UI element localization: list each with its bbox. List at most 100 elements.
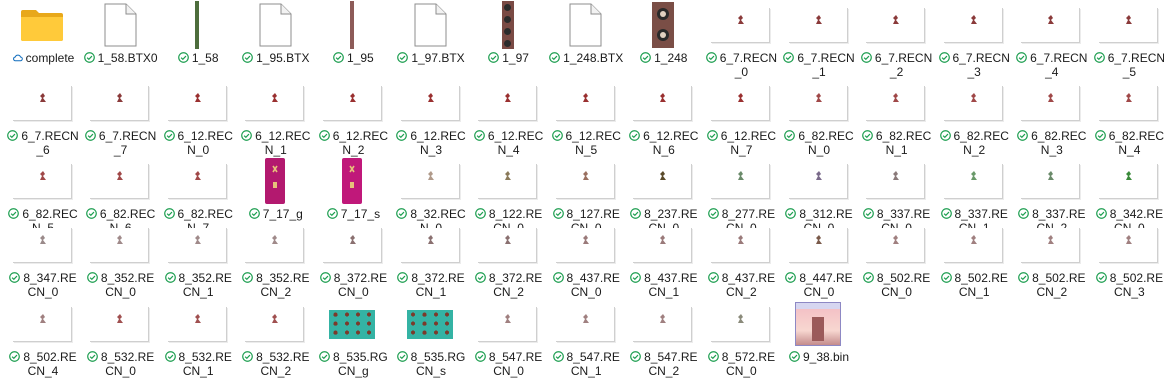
- file-item[interactable]: 6_12.RECN_2: [313, 78, 391, 158]
- sprite-figure: [737, 313, 744, 323]
- file-name: 7_17_g: [262, 207, 303, 221]
- file-item[interactable]: 1_248.BTX: [546, 0, 624, 80]
- file-item[interactable]: 8_572.RECN_0: [701, 299, 779, 379]
- file-item[interactable]: 8_372.RECN_1: [391, 220, 469, 300]
- file-item[interactable]: 8_535.RGCN_g: [313, 299, 391, 379]
- file-item[interactable]: 6_12.RECN_6: [624, 78, 702, 158]
- file-item[interactable]: 8_372.RECN_2: [469, 220, 547, 300]
- synced-check-icon: [863, 272, 874, 283]
- file-thumbnail: [1089, 158, 1164, 204]
- file-item[interactable]: 6_12.RECN_3: [391, 78, 469, 158]
- file-item[interactable]: 8_547.RECN_2: [624, 299, 702, 379]
- sprite-thumbnail: [478, 306, 538, 342]
- file-label: 8_532.RECN_1: [160, 350, 236, 378]
- sprite-grid-thumbnail: [407, 309, 453, 339]
- file-thumbnail: [934, 222, 1012, 268]
- sprite-figure: [349, 234, 356, 244]
- file-name: 8_352.RECN_0: [100, 271, 155, 299]
- synced-check-icon: [705, 52, 717, 63]
- file-item[interactable]: 1_95.BTX: [236, 0, 314, 80]
- file-item[interactable]: 6_82.RECN_0: [779, 78, 857, 158]
- file-item[interactable]: 8_532.RECN_0: [81, 299, 159, 379]
- file-item[interactable]: 8_502.RECN_2: [1012, 220, 1090, 300]
- sprite-thumbnail: [788, 227, 848, 263]
- sprite-figure: [970, 234, 977, 244]
- file-item[interactable]: 8_547.RECN_0: [469, 299, 547, 379]
- file-item[interactable]: 6_82.RECN_4: [1089, 78, 1164, 158]
- synced-check-icon: [862, 130, 873, 141]
- file-item[interactable]: 6_82.RECN_2: [934, 78, 1012, 158]
- file-item[interactable]: 8_535.RGCN_s: [391, 299, 469, 379]
- file-item[interactable]: 6_82.RECN_3: [1012, 78, 1090, 158]
- synced-check-icon: [164, 272, 176, 283]
- file-item[interactable]: 8_437.RECN_0: [546, 220, 624, 300]
- file-name: 6_7.RECN_5: [1107, 51, 1164, 79]
- file-item[interactable]: 6_7.RECN_2: [857, 0, 935, 80]
- file-item[interactable]: 6_12.RECN_4: [469, 78, 547, 158]
- sprite-figure: [737, 234, 744, 244]
- sprite-thumbnail: [90, 227, 150, 263]
- sprite-thumbnail: [400, 85, 460, 121]
- file-item[interactable]: complete: [3, 0, 81, 80]
- file-item[interactable]: 6_7.RECN_5: [1089, 0, 1164, 80]
- file-item[interactable]: 8_502.RECN_1: [934, 220, 1012, 300]
- file-item[interactable]: 6_7.RECN_3: [934, 0, 1012, 80]
- file-thumbnail: [934, 2, 1012, 48]
- file-item[interactable]: 1_58: [158, 0, 236, 80]
- file-thumbnail: [3, 222, 81, 268]
- sprite-figure: [893, 92, 900, 102]
- sprite-thumbnail: [167, 306, 227, 342]
- file-item[interactable]: 8_547.RECN_1: [546, 299, 624, 379]
- file-item[interactable]: 6_7.RECN_0: [701, 0, 779, 80]
- file-item[interactable]: 8_352.RECN_2: [236, 220, 314, 300]
- sprite-figure: [117, 92, 124, 102]
- file-thumbnail: [236, 301, 314, 347]
- file-item[interactable]: 8_347.RECN_0: [3, 220, 81, 300]
- file-item[interactable]: 6_7.RECN_4: [1012, 0, 1090, 80]
- file-item[interactable]: 6_12.RECN_0: [158, 78, 236, 158]
- synced-check-icon: [326, 208, 338, 219]
- sprite-figure: [1125, 92, 1132, 102]
- file-item[interactable]: 9_38.bin: [779, 299, 857, 379]
- sprite-figure: [660, 92, 667, 102]
- file-item[interactable]: 1_97.BTX: [391, 0, 469, 80]
- file-thumbnail: [81, 301, 159, 347]
- synced-check-icon: [551, 130, 563, 141]
- file-item[interactable]: 6_12.RECN_1: [236, 78, 314, 158]
- file-item[interactable]: 8_502.RECN_3: [1089, 220, 1164, 300]
- file-item[interactable]: 8_502.RECN_0: [857, 220, 935, 300]
- file-item[interactable]: 8_437.RECN_2: [701, 220, 779, 300]
- file-item[interactable]: 8_532.RECN_1: [158, 299, 236, 379]
- synced-check-icon: [7, 130, 19, 141]
- synced-check-icon: [630, 272, 641, 283]
- file-label: 1_95.BTX: [238, 51, 314, 65]
- file-item[interactable]: 8_532.RECN_2: [236, 299, 314, 379]
- file-name: 6_12.RECN_1: [255, 129, 311, 157]
- file-name: 6_12.RECN_2: [332, 129, 389, 157]
- file-item[interactable]: 6_12.RECN_7: [701, 78, 779, 158]
- file-item[interactable]: 8_352.RECN_1: [158, 220, 236, 300]
- file-thumbnail: [1089, 80, 1164, 126]
- synced-check-icon: [940, 208, 952, 219]
- file-item[interactable]: 8_437.RECN_1: [624, 220, 702, 300]
- file-thumbnail: [391, 301, 469, 347]
- sprite-figure: [970, 170, 977, 180]
- file-item[interactable]: 8_447.RECN_0: [779, 220, 857, 300]
- synced-check-icon: [630, 208, 641, 219]
- file-thumbnail: [81, 2, 159, 48]
- file-item[interactable]: 1_248: [624, 0, 702, 80]
- file-item[interactable]: 6_12.RECN_5: [546, 78, 624, 158]
- file-item[interactable]: 8_372.RECN_0: [313, 220, 391, 300]
- file-item[interactable]: 6_7.RECN_6: [3, 78, 81, 158]
- file-item[interactable]: 6_7.RECN_1: [779, 0, 857, 80]
- file-item[interactable]: 8_502.RECN_4: [3, 299, 81, 379]
- file-item[interactable]: 1_58.BTX0: [81, 0, 159, 80]
- file-item[interactable]: 1_97: [469, 0, 547, 80]
- file-item[interactable]: 6_7.RECN_7: [81, 78, 159, 158]
- file-item[interactable]: 8_352.RECN_0: [81, 220, 159, 300]
- sprite-thumbnail: [478, 227, 538, 263]
- synced-check-icon: [475, 272, 486, 283]
- file-item[interactable]: 6_82.RECN_1: [857, 78, 935, 158]
- sprite-thumbnail: [710, 227, 770, 263]
- file-item[interactable]: 1_95: [313, 0, 391, 80]
